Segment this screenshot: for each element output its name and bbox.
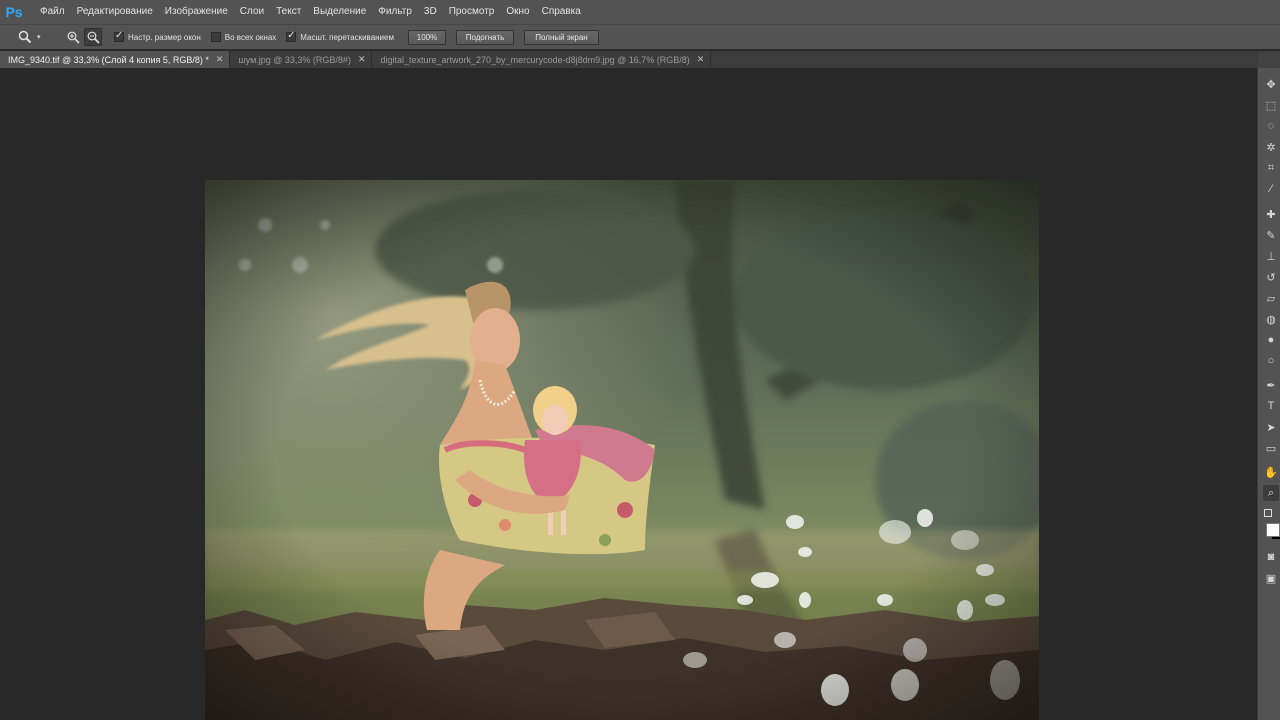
- foreground-color-swatch[interactable]: [1266, 523, 1280, 537]
- close-icon[interactable]: ✕: [697, 54, 705, 65]
- tab-title: IMG_9340.tif @ 33,3% (Слой 4 копия 5, RG…: [8, 54, 209, 65]
- document-image[interactable]: [205, 180, 1039, 720]
- document-tab[interactable]: шум.jpg @ 33,3% (RGB/8#) ✕: [230, 51, 373, 68]
- hand-tool-icon[interactable]: ✋: [1263, 464, 1279, 480]
- fill-screen-button[interactable]: Полный экран: [523, 29, 599, 45]
- magic-wand-icon[interactable]: ✲: [1263, 139, 1279, 155]
- tab-title: шум.jpg @ 33,3% (RGB/8#): [238, 54, 351, 65]
- checkbox-box: [114, 30, 124, 42]
- clone-stamp-icon[interactable]: ⊥: [1263, 248, 1279, 264]
- scrubby-zoom-checkbox[interactable]: Масшт. перетаскиванием: [286, 30, 394, 42]
- zoom-in-button[interactable]: [64, 28, 82, 46]
- crop-tool-icon[interactable]: ⌗: [1263, 160, 1279, 176]
- healing-brush-icon[interactable]: ✚: [1263, 206, 1279, 222]
- menu-filter[interactable]: Фильтр: [372, 0, 418, 24]
- type-tool-icon[interactable]: T: [1263, 398, 1279, 414]
- document-tab[interactable]: IMG_9340.tif @ 33,3% (Слой 4 копия 5, RG…: [0, 51, 231, 68]
- eraser-icon[interactable]: ▱: [1263, 290, 1279, 306]
- photo-illustration: [205, 180, 1039, 720]
- menu-file[interactable]: Файл: [34, 0, 71, 24]
- tab-title: digital_texture_artwork_270_by_mercuryco…: [380, 54, 690, 65]
- close-icon[interactable]: ✕: [358, 54, 366, 65]
- close-icon[interactable]: ✕: [216, 54, 224, 65]
- move-tool-icon[interactable]: ✥: [1263, 76, 1279, 92]
- resize-windows-checkbox[interactable]: Настр. размер окон: [114, 30, 201, 42]
- scrubby-zoom-label: Масшт. перетаскиванием: [300, 32, 394, 42]
- menu-type[interactable]: Текст: [270, 0, 307, 24]
- document-tab-bar: IMG_9340.tif @ 33,3% (Слой 4 копия 5, RG…: [0, 51, 1257, 68]
- path-selection-icon[interactable]: ➤: [1263, 419, 1279, 435]
- menu-window[interactable]: Окно: [500, 0, 535, 24]
- checkbox-box: [210, 32, 221, 42]
- lasso-tool-icon[interactable]: ◌: [1263, 118, 1279, 134]
- checkbox-box: [286, 30, 297, 42]
- blur-tool-icon[interactable]: ●: [1263, 332, 1279, 348]
- all-windows-label: Во всех окнах: [224, 32, 277, 42]
- resize-windows-label: Настр. размер окон: [128, 32, 201, 42]
- zoom-100-button[interactable]: 100%: [407, 29, 446, 45]
- tool-preset-picker[interactable]: ▾: [18, 30, 58, 44]
- menu-select[interactable]: Выделение: [307, 0, 372, 24]
- photoshop-logo: Ps: [5, 4, 23, 20]
- zoom-tool-icon: [18, 30, 32, 44]
- all-windows-checkbox[interactable]: Во всех окнах: [210, 32, 277, 42]
- zoom-out-button[interactable]: [84, 28, 102, 46]
- tools-panel: ✥ ⬚ ◌ ✲ ⌗ ⁄ ✚ ✎ ⊥ ↺ ▱ ◍ ● ○ ✒ T ➤ ▭ ✋ ⌕ …: [1257, 51, 1280, 720]
- options-bar: ▾ Настр. размер окон Во всех окнах Масшт…: [0, 24, 1280, 50]
- history-brush-icon[interactable]: ↺: [1263, 269, 1279, 285]
- dodge-tool-icon[interactable]: ○: [1263, 353, 1279, 369]
- zoom-tool-icon[interactable]: ⌕: [1263, 485, 1279, 501]
- menu-view[interactable]: Просмотр: [443, 0, 501, 24]
- menu-3d[interactable]: 3D: [418, 0, 443, 24]
- pen-tool-icon[interactable]: ✒: [1263, 377, 1279, 393]
- zoom-out-icon: [87, 31, 100, 44]
- panel-grip[interactable]: [1258, 51, 1280, 68]
- quick-mask-icon[interactable]: ◙: [1263, 549, 1279, 565]
- menu-image[interactable]: Изображение: [159, 0, 234, 24]
- default-colors-icon[interactable]: [1264, 509, 1272, 517]
- marquee-tool-icon[interactable]: ⬚: [1263, 97, 1279, 113]
- shape-tool-icon[interactable]: ▭: [1263, 440, 1279, 456]
- brush-tool-icon[interactable]: ✎: [1263, 227, 1279, 243]
- paint-bucket-icon[interactable]: ◍: [1263, 311, 1279, 327]
- zoom-in-icon: [67, 31, 80, 44]
- menu-layers[interactable]: Слои: [234, 0, 270, 24]
- menu-edit[interactable]: Редактирование: [71, 0, 159, 24]
- menu-bar: Ps Файл Редактирование Изображение Слои …: [0, 0, 1280, 24]
- screen-mode-icon[interactable]: ▣: [1263, 570, 1279, 586]
- document-tab[interactable]: digital_texture_artwork_270_by_mercuryco…: [372, 51, 712, 68]
- menu-help[interactable]: Справка: [536, 0, 587, 24]
- fit-screen-button[interactable]: Подогнать: [455, 29, 514, 45]
- chevron-down-icon: ▾: [37, 34, 41, 41]
- eyedropper-icon[interactable]: ⁄: [1263, 181, 1279, 197]
